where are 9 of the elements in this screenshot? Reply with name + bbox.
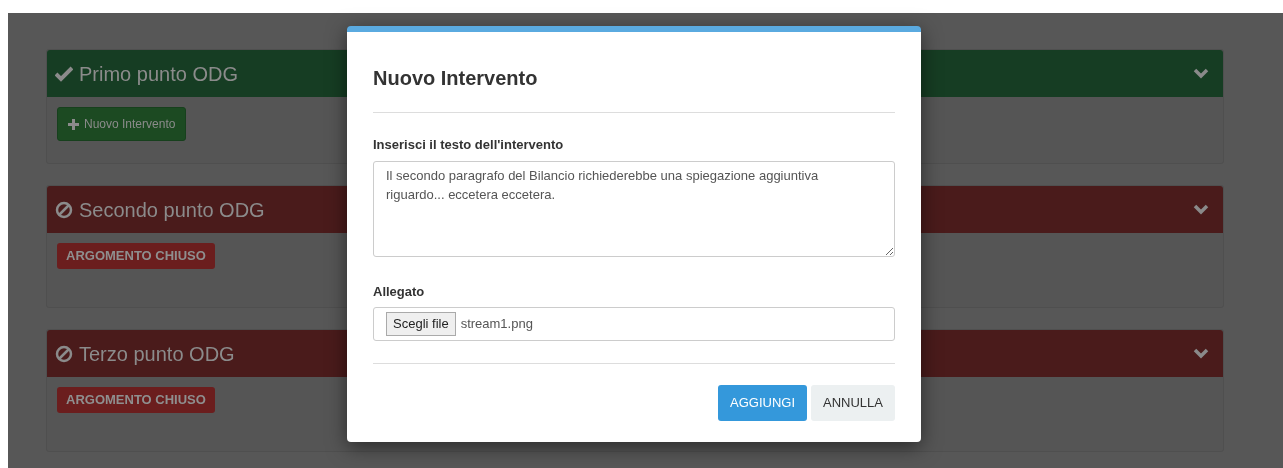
panel-title: Secondo punto ODG: [79, 197, 265, 223]
file-name: stream1.png: [460, 315, 533, 334]
panel-title: Terzo punto ODG: [79, 341, 235, 367]
closed-badge: ARGOMENTO CHIUSO: [57, 387, 215, 413]
field-label: Allegato: [373, 282, 426, 301]
panel-title: Primo punto ODG: [79, 61, 238, 87]
closed-badge: ARGOMENTO CHIUSO: [57, 243, 215, 269]
field-label: Inserisci il testo dell'intervento: [373, 136, 565, 154]
modal-title: Nuovo Intervento: [373, 66, 539, 90]
